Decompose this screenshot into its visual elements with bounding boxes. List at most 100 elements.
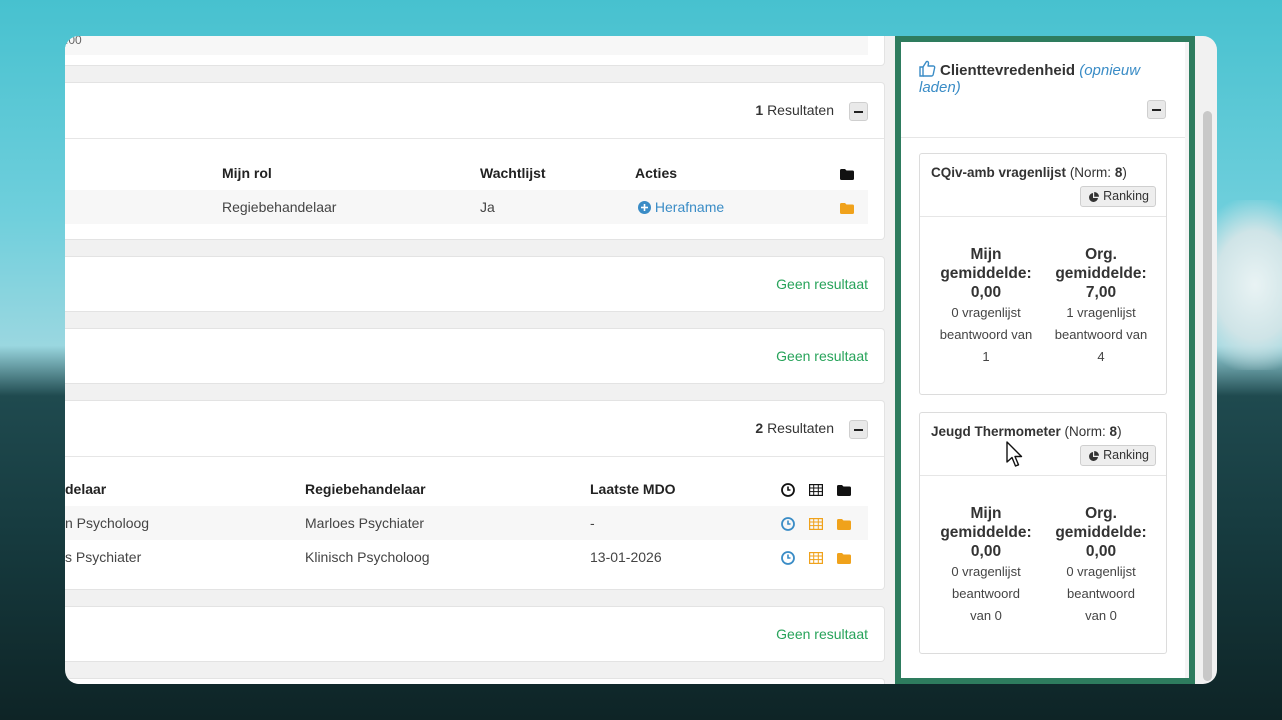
- stat-value: 0,00: [970, 284, 1002, 301]
- panel-header: 1 Resultaten: [65, 83, 884, 139]
- open-folder-button[interactable]: [836, 518, 851, 530]
- panel-top-partial: :00: [65, 36, 885, 66]
- stat-label: Mijn: [970, 505, 1002, 522]
- folder-icon: [840, 202, 854, 214]
- herafname-link[interactable]: Herafname: [635, 190, 840, 224]
- ranking-label: Ranking: [1103, 189, 1149, 203]
- pie-chart-icon: [1089, 451, 1100, 461]
- header-behandelaar: delaar: [65, 481, 107, 497]
- app-window: :00 1 Resultaten Mijn rol Wachtlijst Act…: [65, 36, 1217, 684]
- plus-circle-icon: [638, 201, 651, 214]
- main-content: :00 1 Resultaten Mijn rol Wachtlijst Act…: [65, 36, 885, 684]
- widget-title-text: Clienttevredenheid: [940, 62, 1076, 79]
- ranking-button[interactable]: Ranking: [1080, 445, 1156, 466]
- stat-sub: beantwoord: [1067, 586, 1135, 601]
- mdo-table: delaar Regiebehandelaar Laatste MDO n Ps…: [65, 472, 868, 574]
- header-wachtlijst: Wachtlijst: [480, 165, 546, 181]
- stat-label: gemiddelde:: [940, 524, 1032, 541]
- result-count: 2 Resultaten: [755, 420, 834, 436]
- stat-label: gemiddelde:: [1055, 265, 1147, 282]
- my-average: Mijn gemiddelde: 0,00 0 vragenlijst bean…: [931, 504, 1041, 627]
- open-folder-button[interactable]: [836, 552, 851, 564]
- no-result-text: Geen resultaat: [776, 276, 868, 292]
- stat-label: Org.: [1085, 505, 1117, 522]
- stat-sub: van 0: [1085, 608, 1117, 623]
- header-blank: [65, 156, 222, 190]
- card-title: CQiv-amb vragenlijst (Norm: 8): [931, 165, 1127, 180]
- stat-value: 0,00: [970, 543, 1002, 560]
- panel-header: Geen resultaat: [65, 257, 884, 313]
- ranking-label: Ranking: [1103, 448, 1149, 462]
- stat-value: 0,00: [1085, 543, 1117, 560]
- table-row: Regiebehandelaar Ja Herafname: [65, 190, 868, 224]
- panel-header: 2 Resultaten: [65, 401, 884, 457]
- no-result-text: Geen resultaat: [776, 348, 868, 364]
- history-clock-button[interactable]: [781, 517, 795, 532]
- thumbs-up-icon: [919, 60, 936, 77]
- folder-icon: [836, 484, 851, 496]
- panel-wachtlijst: 1 Resultaten Mijn rol Wachtlijst Acties: [65, 82, 885, 240]
- cell-laatste-mdo: -: [590, 506, 781, 540]
- stat-sub: beantwoord van: [939, 327, 1033, 342]
- widget-body: Clienttevredenheid (opnieuw laden) CQiv-…: [901, 42, 1185, 678]
- herafname-label: Herafname: [654, 199, 725, 215]
- collapse-button[interactable]: [849, 102, 868, 121]
- stat-sub: beantwoord van: [1054, 327, 1148, 342]
- card-title: Jeugd Thermometer (Norm: 8): [931, 424, 1122, 439]
- cell-mijn-rol: Regiebehandelaar: [222, 190, 480, 224]
- stat-label: gemiddelde:: [1055, 524, 1147, 541]
- cell-regiebehandelaar: Marloes Psychiater: [305, 506, 590, 540]
- header-regiebehandelaar: Regiebehandelaar: [305, 481, 426, 497]
- survey-card-jeugd-thermometer: Jeugd Thermometer (Norm: 8) Ranking Mijn…: [919, 412, 1167, 654]
- herafname-link-content[interactable]: Herafname: [635, 199, 724, 215]
- panel-mdo: 2 Resultaten delaar Regiebehandelaar Laa…: [65, 400, 885, 590]
- stat-sub: 1: [982, 349, 990, 364]
- survey-card-cqiv: CQiv-amb vragenlijst (Norm: 8) Ranking M…: [919, 153, 1167, 395]
- cell-wachtlijst: Ja: [480, 190, 635, 224]
- table-view-button[interactable]: [808, 552, 823, 565]
- partial-row: :00: [65, 36, 868, 55]
- panel-bottom-partial: [65, 678, 885, 684]
- cell-behandelaar: n Psycholoog: [65, 506, 305, 540]
- cell-regiebehandelaar: Klinisch Psycholoog: [305, 549, 430, 565]
- header-laatste-mdo: Laatste MDO: [590, 481, 676, 497]
- org-average: Org. gemiddelde: 0,00 0 vragenlijst bean…: [1046, 504, 1156, 627]
- panel-header: Geen resultaat: [65, 607, 884, 663]
- row-actions: [781, 540, 868, 574]
- clienttevredenheid-widget: Clienttevredenheid (opnieuw laden) CQiv-…: [895, 36, 1195, 684]
- widget-collapse-button[interactable]: [1147, 100, 1166, 119]
- cell-laatste-mdo: 13-01-2026: [590, 549, 662, 565]
- ranking-button[interactable]: Ranking: [1080, 186, 1156, 207]
- stat-value: 7,00: [1085, 284, 1117, 301]
- open-folder-button[interactable]: [840, 190, 868, 224]
- header-acties: Acties: [635, 165, 678, 181]
- result-count: 1 Resultaten: [755, 102, 834, 118]
- panel-empty-1: Geen resultaat: [65, 256, 885, 312]
- panel-empty-3: Geen resultaat: [65, 606, 885, 662]
- no-result-text: Geen resultaat: [776, 626, 868, 642]
- panel-header: Geen resultaat: [65, 329, 884, 385]
- mouse-cursor-icon: [1006, 441, 1023, 467]
- stat-sub: 4: [1097, 349, 1105, 364]
- widget-title: Clienttevredenheid (opnieuw laden): [919, 60, 1159, 96]
- table-header-row: delaar Regiebehandelaar Laatste MDO: [65, 472, 868, 506]
- table-view-button[interactable]: [808, 518, 823, 531]
- panel-empty-2: Geen resultaat: [65, 328, 885, 384]
- cell-behandelaar: s Psychiater: [65, 549, 142, 565]
- history-clock-button[interactable]: [781, 551, 795, 566]
- collapse-button[interactable]: [849, 420, 868, 439]
- table-icon: [808, 484, 823, 497]
- pie-chart-icon: [1089, 192, 1100, 202]
- table-row: n Psycholoog Marloes Psychiater -: [65, 506, 868, 540]
- row-actions: [781, 506, 868, 540]
- stat-sub: beantwoord: [952, 586, 1020, 601]
- header-icons: [781, 472, 868, 506]
- header-mijn-rol: Mijn rol: [222, 165, 272, 181]
- my-average: Mijn gemiddelde: 0,00 0 vragenlijst bean…: [931, 245, 1041, 368]
- org-average: Org. gemiddelde: 7,00 1 vragenlijst bean…: [1046, 245, 1156, 368]
- vertical-scrollbar[interactable]: [1203, 111, 1212, 681]
- card-header: CQiv-amb vragenlijst (Norm: 8) Ranking: [920, 154, 1166, 217]
- stat-sub: 0 vragenlijst: [951, 564, 1021, 579]
- stat-label: Mijn: [970, 246, 1002, 263]
- stat-sub: 1 vragenlijst: [1066, 305, 1136, 320]
